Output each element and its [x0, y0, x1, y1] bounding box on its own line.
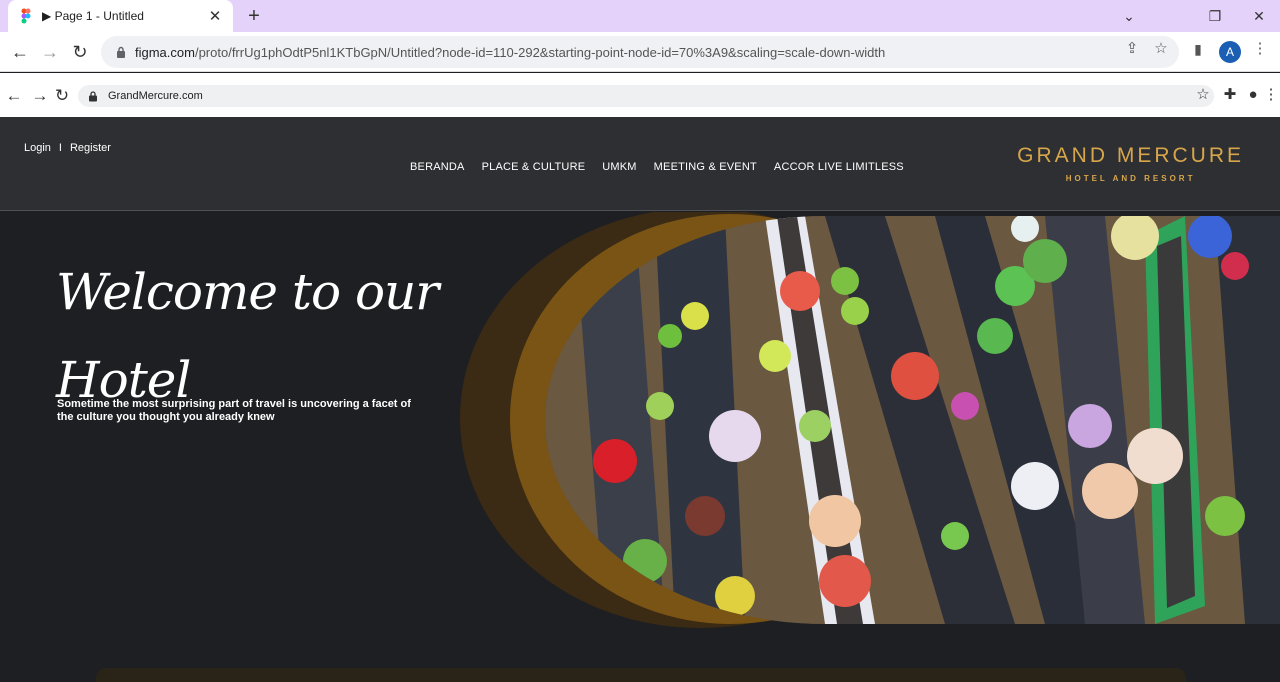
- next-section-edge: [96, 668, 1186, 682]
- floating-market-illustration: [545, 216, 1280, 624]
- forward-button[interactable]: →: [38, 40, 62, 64]
- tab-search-icon[interactable]: ⌄: [1108, 0, 1150, 32]
- browser-toolbar: ← → ↻ figma.com/proto/frrUg1phOdtP5nl1KT…: [0, 32, 1280, 72]
- nav-meeting-event[interactable]: MEETING & EVENT: [654, 161, 757, 173]
- inner-back-button[interactable]: ←: [2, 84, 26, 108]
- inner-lock-icon: [89, 90, 97, 101]
- menu-icon[interactable]: ⋮: [1251, 40, 1269, 58]
- prototype-browser-bar: ← → ↻ GrandMercure.com ☆ ✚ ● ⋮: [0, 73, 1280, 117]
- inner-forward-button[interactable]: →: [28, 84, 52, 108]
- extensions-icon[interactable]: ✚: [1221, 86, 1239, 104]
- hero-section: Welcome to our Hotel Sometime the most s…: [0, 212, 1280, 682]
- nav-place-culture[interactable]: PLACE & CULTURE: [482, 161, 586, 173]
- inner-menu-icon[interactable]: ⋮: [1262, 86, 1280, 104]
- close-tab-icon[interactable]: ✕: [207, 7, 223, 25]
- login-link[interactable]: Login: [24, 142, 51, 154]
- nav-umkm[interactable]: UMKM: [602, 161, 636, 173]
- register-link[interactable]: Register: [70, 142, 111, 154]
- restore-window-button[interactable]: ❐: [1194, 0, 1236, 32]
- profile-avatar[interactable]: A: [1219, 41, 1241, 63]
- lock-icon: [117, 46, 125, 58]
- nav-accor-live-limitless[interactable]: ACCOR LIVE LIMITLESS: [774, 161, 904, 173]
- back-button[interactable]: ←: [8, 40, 32, 64]
- brand-tagline: HOTEL AND RESORT: [1065, 174, 1196, 183]
- close-window-button[interactable]: ✕: [1238, 0, 1280, 32]
- bookmark-star-icon[interactable]: ☆: [1152, 40, 1170, 58]
- hero-heading-line1: Welcome to our: [56, 263, 439, 321]
- browser-tab[interactable]: ▶ Page 1 - Untitled ✕: [8, 0, 233, 32]
- address-bar[interactable]: figma.com/proto/frrUg1phOdtP5nl1KTbGpN/U…: [101, 36, 1179, 68]
- figma-icon: [21, 8, 31, 24]
- main-nav: BERANDA PLACE & CULTURE UMKM MEETING & E…: [410, 161, 904, 173]
- inner-reload-button[interactable]: ↻: [50, 84, 74, 108]
- new-tab-button[interactable]: +: [242, 4, 266, 28]
- inner-address-bar[interactable]: GrandMercure.com: [78, 85, 1214, 107]
- reload-button[interactable]: ↻: [68, 40, 92, 64]
- brand-name: GRAND MERCURE: [1017, 144, 1244, 167]
- inner-bookmark-star-icon[interactable]: ☆: [1194, 86, 1212, 104]
- side-panel-icon[interactable]: ▮: [1189, 40, 1207, 58]
- hero-subtitle: Sometime the most surprising part of tra…: [57, 398, 411, 423]
- auth-separator: I: [58, 142, 62, 154]
- tab-title: ▶ Page 1 - Untitled: [42, 9, 144, 23]
- profile-icon[interactable]: ●: [1244, 86, 1262, 104]
- floating-market-image: [545, 216, 1280, 624]
- inner-url: GrandMercure.com: [108, 90, 203, 102]
- address-url: figma.com/proto/frrUg1phOdtP5nl1KTbGpN/U…: [135, 45, 885, 60]
- nav-beranda[interactable]: BERANDA: [410, 161, 465, 173]
- site-header: Login I Register BERANDA PLACE & CULTURE…: [0, 117, 1280, 211]
- auth-links: Login I Register: [24, 142, 111, 154]
- browser-tab-strip: ▶ Page 1 - Untitled ✕ + ⌄ ❐ ✕: [0, 0, 1280, 32]
- brand-logo[interactable]: GRAND MERCURE HOTEL AND RESORT: [1017, 144, 1244, 183]
- url-path: /proto/frrUg1phOdtP5nl1KTbGpN/Untitled?n…: [194, 44, 886, 60]
- url-host: figma.com: [135, 44, 195, 60]
- share-icon[interactable]: ⇪: [1123, 40, 1141, 58]
